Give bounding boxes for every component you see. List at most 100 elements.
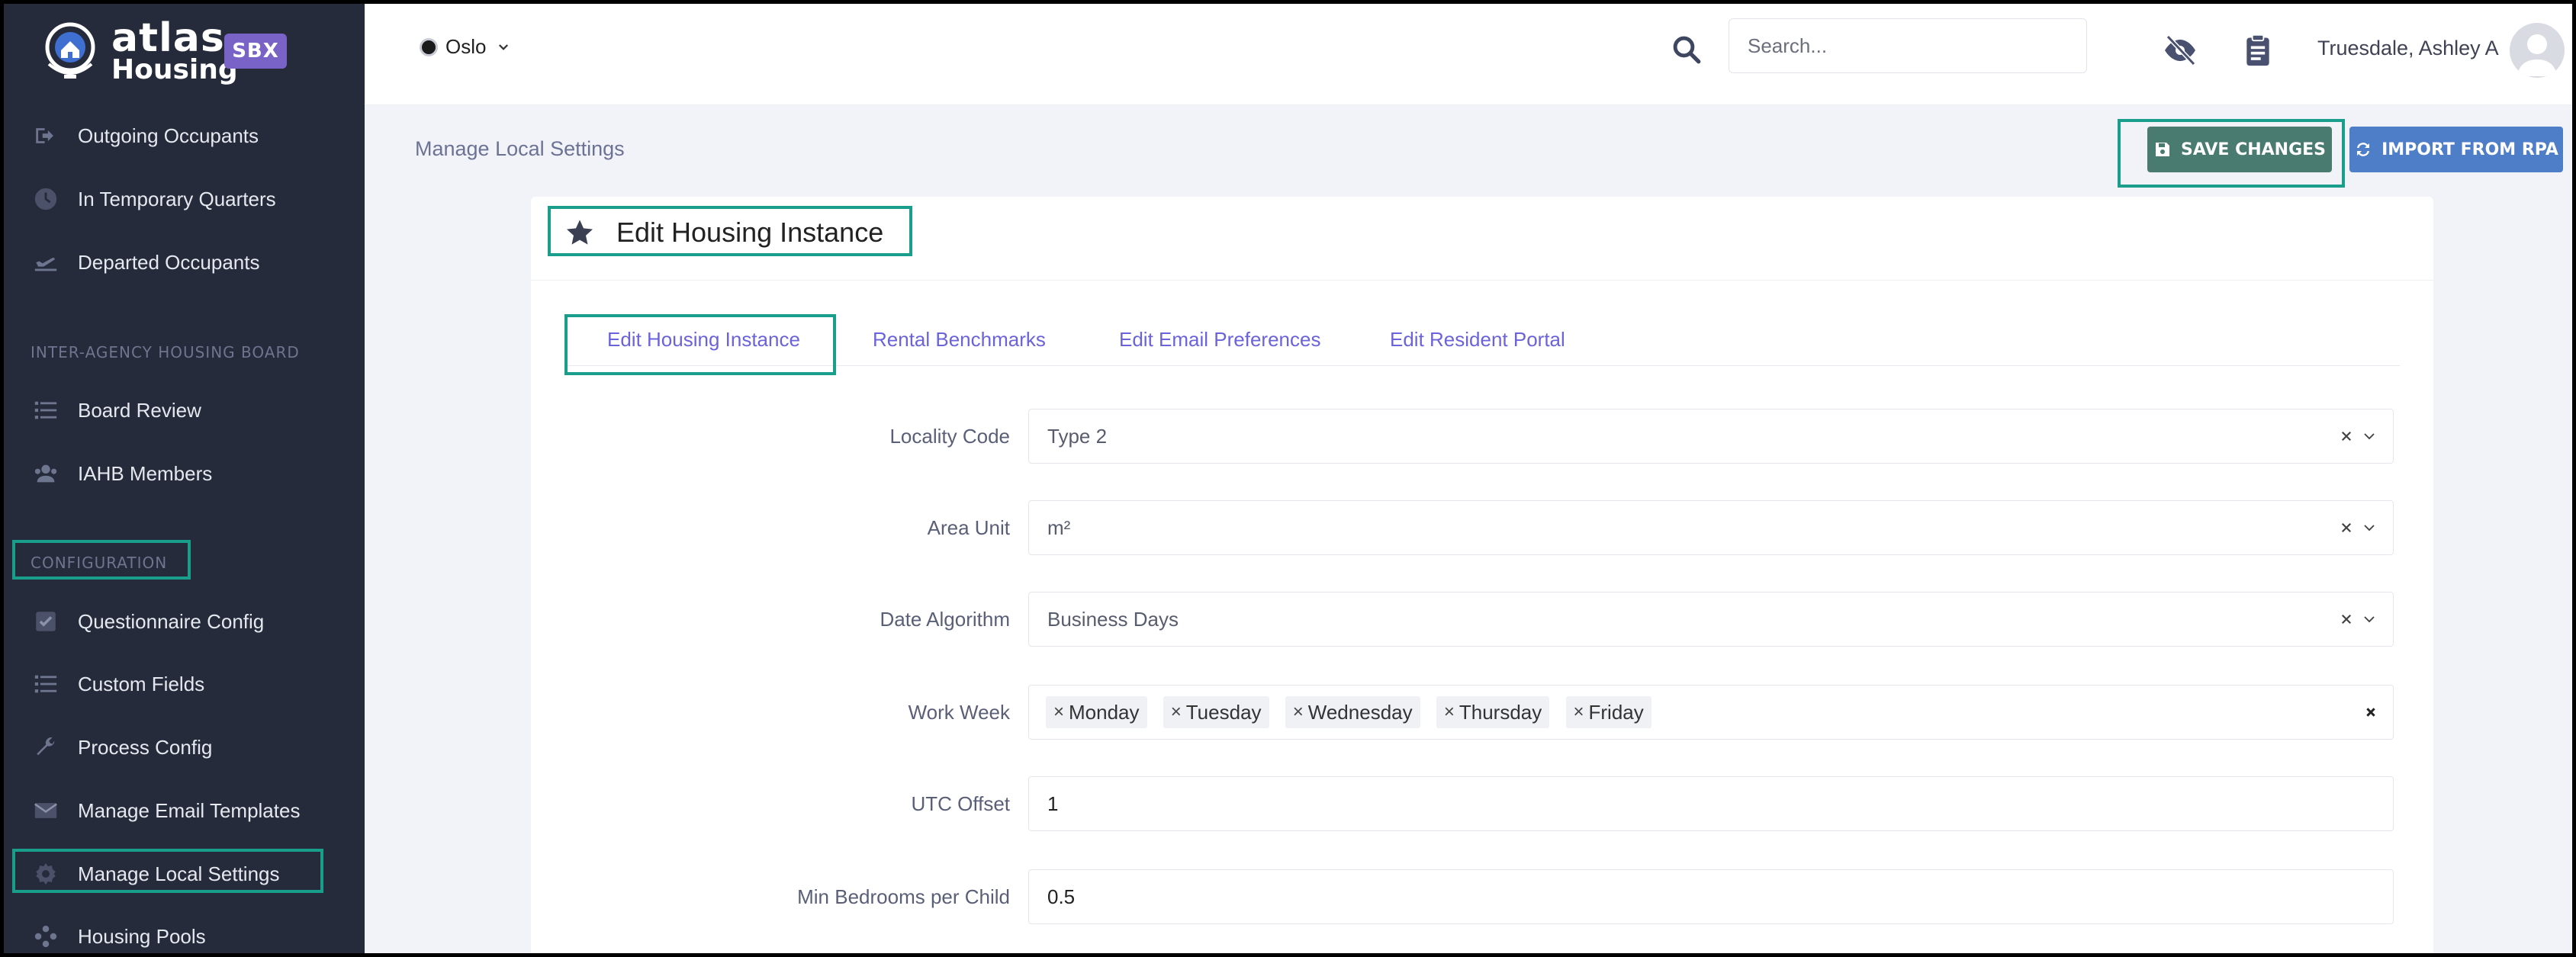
- list-icon: [31, 669, 61, 699]
- min-bedrooms-label: Min Bedrooms per Child: [797, 885, 1010, 908]
- form-row-locality-code: Locality Code Type 2: [531, 409, 2433, 464]
- sidebar-item-temporary-quarters[interactable]: In Temporary Quarters: [0, 172, 365, 226]
- date-algorithm-select[interactable]: Business Days: [1028, 592, 2394, 647]
- sync-icon: [2357, 143, 2370, 156]
- work-week-chip-wednesday: × Wednesday: [1285, 696, 1420, 728]
- sidebar: atlas Housing SBX Outgoing Occupants In …: [0, 0, 365, 957]
- utc-offset-field-wrap: [1028, 776, 2394, 831]
- user-name[interactable]: Truesdale, Ashley A: [2317, 37, 2499, 60]
- envelope-icon: [31, 795, 61, 826]
- gear-icon: [31, 859, 61, 889]
- sidebar-item-email-templates[interactable]: Manage Email Templates: [0, 784, 365, 837]
- area-unit-label: Area Unit: [927, 516, 1010, 539]
- locality-code-value: Type 2: [1047, 424, 1108, 448]
- remove-chip-icon[interactable]: ×: [1053, 702, 1064, 723]
- min-bedrooms-input[interactable]: [1047, 885, 2393, 909]
- work-week-chip-friday: × Friday: [1565, 696, 1651, 728]
- sidebar-section-iahb: INTER-AGENCY HOUSING BOARD: [31, 343, 300, 361]
- sidebar-item-process-config[interactable]: Process Config: [0, 721, 365, 774]
- card-title-group: Edit Housing Instance: [564, 217, 883, 249]
- save-changes-button[interactable]: SAVE CHANGES: [2147, 127, 2332, 172]
- chevron-down-icon[interactable]: [2362, 612, 2376, 626]
- sidebar-item-questionnaire-config[interactable]: Questionnaire Config: [0, 595, 365, 648]
- brand-logo[interactable]: atlas Housing SBX: [34, 15, 354, 92]
- chevron-down-icon[interactable]: [2362, 429, 2376, 443]
- min-bedrooms-field-wrap: [1028, 869, 2394, 924]
- clear-icon[interactable]: [2340, 612, 2353, 626]
- date-algorithm-label: Date Algorithm: [880, 608, 1010, 631]
- main-content: Manage Local Settings SAVE CHANGES IMPOR…: [365, 105, 2576, 957]
- save-changes-label: SAVE CHANGES: [2180, 140, 2327, 159]
- tab-edit-housing-instance[interactable]: Edit Housing Instance: [607, 313, 800, 366]
- sign-out-icon: [31, 120, 61, 151]
- city-status-dot: [420, 37, 438, 56]
- tab-rental-benchmarks[interactable]: Rental Benchmarks: [873, 313, 1046, 366]
- breadcrumb: Manage Local Settings: [415, 137, 625, 160]
- clipboard-icon[interactable]: [2243, 34, 2273, 67]
- sidebar-item-iahb-members[interactable]: IAHB Members: [0, 447, 365, 500]
- sidebar-item-custom-fields[interactable]: Custom Fields: [0, 657, 365, 711]
- environment-badge: SBX: [224, 34, 287, 69]
- locality-code-select[interactable]: Type 2: [1028, 409, 2394, 464]
- work-week-chip-monday: × Monday: [1046, 696, 1147, 728]
- city-selector[interactable]: Oslo: [420, 35, 510, 59]
- list-icon: [31, 395, 61, 426]
- edit-housing-card: Edit Housing Instance Edit Housing Insta…: [531, 197, 2433, 957]
- sidebar-section-configuration: CONFIGURATION: [31, 554, 168, 572]
- users-icon: [31, 458, 61, 489]
- top-bar: Oslo Truesdale, Ashley A: [365, 0, 2576, 105]
- form-row-utc-offset: UTC Offset: [531, 776, 2433, 831]
- utc-offset-label: UTC Offset: [911, 792, 1010, 815]
- form-row-work-week: Work Week × Monday × Tuesday × Wednesday × T…: [531, 685, 2433, 740]
- sidebar-item-board-review[interactable]: Board Review: [0, 384, 365, 437]
- avatar[interactable]: [2510, 23, 2565, 78]
- work-week-chip-thursday: × Thursday: [1436, 696, 1550, 728]
- clear-icon[interactable]: [2340, 429, 2353, 443]
- work-week-chip-tuesday: × Tuesday: [1163, 696, 1269, 728]
- utc-offset-input[interactable]: [1047, 792, 2393, 816]
- tab-edit-email-preferences[interactable]: Edit Email Preferences: [1119, 313, 1320, 366]
- remove-chip-icon[interactable]: ×: [1171, 702, 1182, 723]
- search-input[interactable]: [1729, 18, 2087, 73]
- sidebar-item-outgoing-occupants[interactable]: Outgoing Occupants: [0, 109, 365, 162]
- sidebar-item-departed-occupants[interactable]: Departed Occupants: [0, 236, 365, 289]
- remove-chip-icon[interactable]: ×: [1444, 702, 1455, 723]
- globe-house-icon: [45, 22, 95, 79]
- card-title: Edit Housing Instance: [616, 217, 884, 248]
- brand-name: atlas: [111, 15, 225, 61]
- search-icon[interactable]: [1671, 34, 1703, 66]
- clock-icon: [31, 184, 61, 214]
- remove-chip-icon[interactable]: ×: [1574, 702, 1584, 723]
- chevron-down-icon[interactable]: [2362, 521, 2376, 535]
- work-week-multiselect[interactable]: × Monday × Tuesday × Wednesday × Thursday × F…: [1028, 685, 2394, 740]
- card-header: Edit Housing Instance: [531, 197, 2433, 281]
- import-from-rpa-label: IMPORT FROM RPA: [2381, 140, 2558, 159]
- plane-departure-icon: [31, 247, 61, 278]
- cubes-icon: [31, 921, 61, 952]
- eye-slash-user-icon[interactable]: [2162, 32, 2198, 69]
- area-unit-select[interactable]: m²: [1028, 500, 2394, 555]
- checkbox-icon: [31, 606, 61, 637]
- chevron-down-icon: [499, 43, 509, 50]
- clear-icon[interactable]: [2340, 521, 2353, 535]
- clear-all-icon[interactable]: [2365, 707, 2376, 718]
- import-from-rpa-button[interactable]: IMPORT FROM RPA: [2349, 127, 2563, 172]
- date-algorithm-value: Business Days: [1047, 607, 1179, 631]
- tab-bar: Edit Housing Instance Rental Benchmarks …: [564, 313, 2400, 366]
- tab-edit-resident-portal[interactable]: Edit Resident Portal: [1390, 313, 1565, 366]
- work-week-label: Work Week: [908, 701, 1010, 724]
- wrench-icon: [31, 732, 61, 763]
- remove-chip-icon[interactable]: ×: [1293, 702, 1304, 723]
- sidebar-item-housing-pools[interactable]: Housing Pools: [0, 910, 365, 957]
- city-name: Oslo: [445, 35, 487, 58]
- user-avatar-icon: [2517, 34, 2557, 76]
- form-row-area-unit: Area Unit m²: [531, 500, 2433, 555]
- star-icon: [567, 220, 593, 245]
- work-week-chips: × Monday × Tuesday × Wednesday × Thursday × F…: [1046, 696, 2356, 728]
- sidebar-item-local-settings[interactable]: Manage Local Settings: [0, 847, 365, 901]
- floppy-disk-icon: [2155, 143, 2169, 156]
- form-row-date-algorithm: Date Algorithm Business Days: [531, 592, 2433, 647]
- form-row-min-bedrooms: Min Bedrooms per Child: [531, 869, 2433, 924]
- locality-code-label: Locality Code: [889, 425, 1010, 448]
- area-unit-value: m²: [1047, 515, 1071, 539]
